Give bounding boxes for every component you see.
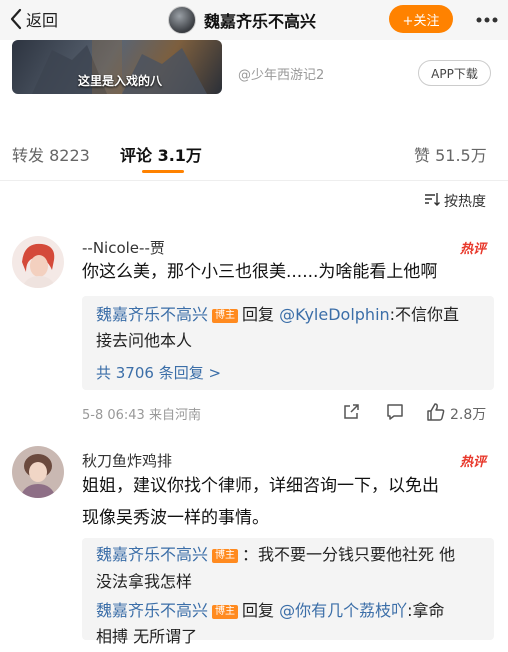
comment-author[interactable]: --Nicole--贾 <box>82 237 165 258</box>
reply-line: 没法拿我怎样 <box>96 572 193 591</box>
author-badge: 博主 <box>212 549 239 563</box>
reply-box[interactable]: 魏嘉齐乐不高兴 博主 ：我不要一分钱只要他社死 他 没法拿我怎样 魏嘉齐乐不高兴 博主… <box>82 538 494 646</box>
page-title-text: 魏嘉齐乐不高兴 <box>204 12 317 31</box>
divider <box>0 180 508 181</box>
follow-button[interactable]: +关注 <box>389 5 453 33</box>
comment-author[interactable]: 秋刀鱼炸鸡排 <box>82 450 172 471</box>
like-button[interactable]: 2.8万 <box>426 402 486 426</box>
sort-button[interactable]: 按热度 <box>424 190 486 212</box>
chevron-left-icon <box>10 8 22 30</box>
author-badge: 博主 <box>212 309 239 323</box>
banner-source[interactable]: @少年西游记2 <box>238 64 324 83</box>
comment-text: 你这么美，那个小三也很美......为啥能看上他啊 <box>82 262 438 282</box>
reply-line: 魏嘉齐乐不高兴 博主 ：我不要一分钱只要他社死 他 <box>96 540 486 570</box>
reply-line: 相搏 无所谓了 <box>96 627 198 646</box>
reply-line: 接去问他本人 <box>96 331 193 350</box>
tab-repost[interactable]: 转发 8223 <box>12 142 90 166</box>
tab-like[interactable]: 赞 51.5万 <box>414 142 487 166</box>
reply-box[interactable]: 魏嘉齐乐不高兴 博主 回复 @KyleDolphin:不信你直 接去问他本人 共 3… <box>82 296 494 390</box>
tab-comment[interactable]: 评论 3.1万 <box>120 142 202 166</box>
reply-text: :不信你直 <box>389 305 460 324</box>
more-replies-link[interactable]: 共 3706 条回复 > <box>96 362 221 383</box>
author-badge: 博主 <box>212 605 239 619</box>
comment-icon <box>386 403 404 425</box>
hot-comment-badge: 热评 <box>460 242 487 257</box>
reply-text: ：我不要一分钱只要他社死 他 <box>242 545 456 564</box>
back-button[interactable]: 返回 <box>10 6 58 32</box>
likes-count: 2.8万 <box>450 407 487 423</box>
mention-link[interactable]: @你有几个荔枝吖 <box>279 601 407 620</box>
reply-author[interactable]: 魏嘉齐乐不高兴 <box>96 601 208 620</box>
banner-caption: 这里是入戏的八 <box>78 74 163 88</box>
reply-prefix: 回复 <box>242 305 275 324</box>
comment-meta: 5-8 06:43 来自河南 <box>82 408 201 423</box>
more-icon[interactable] <box>474 8 500 32</box>
share-icon <box>342 403 360 425</box>
avatar[interactable] <box>12 236 64 288</box>
share-button[interactable] <box>342 403 360 425</box>
reply-button[interactable] <box>386 403 404 425</box>
reply-text: :拿命 <box>407 601 445 620</box>
thumbs-up-icon <box>426 402 446 426</box>
sort-label: 按热度 <box>444 194 486 210</box>
hot-comment-badge: 热评 <box>460 455 487 470</box>
reply-author[interactable]: 魏嘉齐乐不高兴 <box>96 545 208 564</box>
banner-image[interactable]: 这里是入戏的八 <box>12 40 222 94</box>
comment-text: 姐姐，建议你找个律师，详细咨询一下，以免出 <box>82 476 439 496</box>
page-title: 魏嘉齐乐不高兴 <box>168 6 316 34</box>
reply-author[interactable]: 魏嘉齐乐不高兴 <box>96 305 208 324</box>
tab-active-indicator <box>142 170 184 173</box>
app-download-button[interactable]: APP下载 <box>418 60 491 86</box>
top-bar: 返回 魏嘉齐乐不高兴 +关注 <box>0 0 508 40</box>
comment-text: 现像吴秀波一样的事情。 <box>82 508 269 528</box>
avatar[interactable] <box>12 446 64 498</box>
reply-prefix: 回复 <box>242 601 275 620</box>
sort-icon <box>424 192 444 210</box>
back-label: 返回 <box>26 11 59 30</box>
tab-bar: 转发 8223 评论 3.1万 赞 51.5万 <box>0 134 508 174</box>
mention-link[interactable]: @KyleDolphin <box>279 305 390 324</box>
avatar[interactable] <box>168 6 196 34</box>
